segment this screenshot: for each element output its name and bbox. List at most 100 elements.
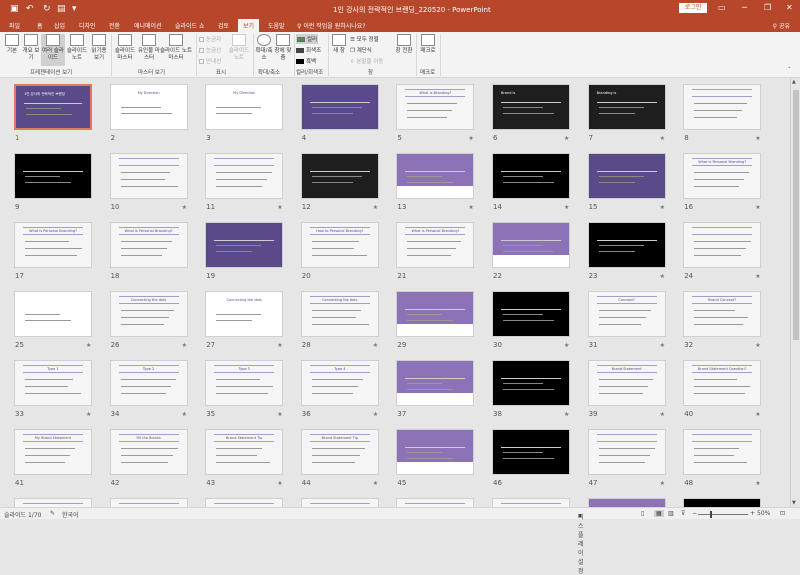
slide-thumbnail[interactable] xyxy=(109,153,188,199)
fit-slide-icon[interactable]: ⊡ xyxy=(780,510,785,517)
slide-thumbnail[interactable] xyxy=(205,498,284,507)
save-icon[interactable]: ▣ xyxy=(10,4,19,14)
maximize-icon[interactable]: ❐ xyxy=(764,3,771,12)
slide-thumbnail[interactable] xyxy=(683,498,762,507)
new-window-button[interactable]: 새 창 xyxy=(330,34,348,55)
slide-thumbnail[interactable] xyxy=(396,360,475,406)
zoom-slider[interactable] xyxy=(698,511,748,518)
tab-design[interactable]: 디자인 xyxy=(79,21,96,30)
slide-thumbnail[interactable] xyxy=(396,498,475,507)
slide-thumbnail[interactable]: Type 3 xyxy=(205,360,284,406)
slide-thumbnail[interactable] xyxy=(396,291,475,337)
slide-thumbnail[interactable] xyxy=(587,153,666,199)
slide-thumbnail[interactable] xyxy=(300,153,379,199)
slide-thumbnail[interactable]: Brand Statement xyxy=(587,360,666,406)
zoom-in-icon[interactable]: + xyxy=(750,510,755,517)
slide-thumbnail[interactable] xyxy=(205,153,284,199)
slide-thumbnail[interactable]: Connecting the dots xyxy=(300,291,379,337)
color-button[interactable]: 컬러 xyxy=(296,34,319,44)
slide-thumbnail[interactable] xyxy=(396,429,475,475)
slide-thumbnail[interactable]: What is Personal Branding? xyxy=(109,222,188,268)
collapse-ribbon-icon[interactable]: ˄ xyxy=(788,67,791,73)
tab-help[interactable]: 도움말 xyxy=(268,21,285,30)
tab-transitions[interactable]: 전환 xyxy=(109,21,120,30)
notes-pane-button[interactable]: 슬라이드 노트 xyxy=(228,34,250,62)
normal-view-status-icon[interactable]: ▯ xyxy=(641,510,644,517)
slide-thumbnail[interactable]: Connecting the dots xyxy=(109,291,188,337)
slide-thumbnail[interactable]: Brand Statement Tip xyxy=(205,429,284,475)
normal-view-button[interactable]: 기본 xyxy=(3,34,21,55)
slide-thumbnail[interactable] xyxy=(492,153,570,199)
tab-review[interactable]: 검토 xyxy=(218,21,229,30)
slide-thumbnail[interactable] xyxy=(205,222,284,268)
zoom-button[interactable]: 확대/축소 xyxy=(255,34,273,62)
login-button[interactable]: 로그인 xyxy=(679,3,707,13)
slide-thumbnail[interactable]: Brand Statement Tip xyxy=(300,429,379,475)
switch-windows-button[interactable]: 창 전환 xyxy=(394,34,414,55)
slide-thumbnail[interactable] xyxy=(109,498,188,507)
undo-icon[interactable]: ↶ xyxy=(26,4,34,14)
arrange-all-button[interactable]: ☰ 모두 정렬 xyxy=(350,35,379,43)
slide-thumbnail[interactable]: What is Personal Branding? xyxy=(396,222,475,268)
slide-thumbnail[interactable] xyxy=(492,498,570,507)
customize-qat-icon[interactable]: ▾ xyxy=(72,4,77,14)
cascade-button[interactable]: ❐ 계단식 xyxy=(350,46,372,54)
ruler-checkbox[interactable]: 눈금자 xyxy=(199,35,221,43)
slide-thumbnail[interactable]: What is Branding? xyxy=(396,84,475,130)
reading-view-button[interactable]: 읽기용 보기 xyxy=(89,34,109,62)
slide-thumbnail[interactable]: How to Personal Branding? xyxy=(300,222,379,268)
handout-master-button[interactable]: 유인물 마스터 xyxy=(138,34,160,62)
slide-thumbnail[interactable] xyxy=(300,84,379,130)
slide-thumbnail[interactable] xyxy=(492,429,570,475)
spellcheck-icon[interactable]: ✎ xyxy=(50,510,55,517)
slide-thumbnail[interactable] xyxy=(492,222,570,268)
zoom-out-icon[interactable]: − xyxy=(692,510,697,517)
notes-page-button[interactable]: 슬라이드 노트 xyxy=(66,34,88,62)
slide-thumbnail[interactable] xyxy=(14,291,92,337)
slide-thumbnail[interactable] xyxy=(683,222,762,268)
present-icon[interactable]: ▤ xyxy=(57,4,66,14)
slide-thumbnail[interactable]: What is Personal Branding? xyxy=(14,222,92,268)
move-split-button[interactable]: ⇳ 분할줄 이동 xyxy=(350,57,383,65)
tab-insert[interactable]: 삽입 xyxy=(54,21,65,30)
slideshow-status-icon[interactable]: ⊽ xyxy=(681,510,685,517)
slide-sorter-status-icon[interactable]: ▦ xyxy=(654,510,664,517)
fit-to-window-button[interactable]: 창에 맞춤 xyxy=(274,34,292,62)
slide-thumbnail[interactable] xyxy=(587,222,666,268)
vertical-scrollbar[interactable]: ▲ ▼ xyxy=(790,78,800,507)
slide-thumbnail[interactable]: My Direction xyxy=(109,84,188,130)
slide-thumbnail[interactable] xyxy=(587,498,666,507)
slide-thumbnail[interactable] xyxy=(14,153,92,199)
outline-view-button[interactable]: 개요 보기 xyxy=(22,34,40,62)
slide-thumbnail[interactable] xyxy=(492,360,570,406)
tab-home[interactable]: 홈 xyxy=(37,21,43,30)
zoom-level[interactable]: 50% xyxy=(757,510,770,517)
scroll-up-icon[interactable]: ▲ xyxy=(792,79,796,85)
slide-thumbnail[interactable] xyxy=(300,498,379,507)
slide-thumbnail[interactable]: Type 1 xyxy=(14,360,92,406)
slide-thumbnail[interactable] xyxy=(492,291,570,337)
scrollbar-thumb[interactable] xyxy=(793,90,799,340)
tab-view[interactable]: 보기 xyxy=(238,19,260,32)
slide-thumbnail[interactable]: Brand Concept? xyxy=(683,291,762,337)
slide-thumbnail[interactable]: Fill the Blanks xyxy=(109,429,188,475)
minimize-icon[interactable]: ─ xyxy=(742,3,747,12)
slide-sorter-button[interactable]: 여러 슬라이드 xyxy=(41,34,65,66)
slide-thumbnail[interactable]: Type 2 xyxy=(109,360,188,406)
reading-view-status-icon[interactable]: ▥ xyxy=(668,510,674,517)
slide-thumbnail[interactable] xyxy=(587,429,666,475)
tab-file[interactable]: 파일 xyxy=(9,21,20,30)
slide-thumbnail[interactable]: 1인 강사의 전략적인 브랜딩 xyxy=(14,84,92,130)
slide-thumbnail[interactable]: Type 4 xyxy=(300,360,379,406)
slide-thumbnail[interactable] xyxy=(396,153,475,199)
ribbon-display-icon[interactable]: ▭ xyxy=(718,3,726,12)
black-white-button[interactable]: 흑백 xyxy=(296,57,316,65)
slide-thumbnail[interactable]: What is Personal Branding? xyxy=(683,153,762,199)
gridlines-checkbox[interactable]: 눈금선 xyxy=(199,46,221,54)
macros-button[interactable]: 매크로 xyxy=(418,34,438,55)
close-icon[interactable]: ✕ xyxy=(786,3,793,12)
slide-thumbnail[interactable]: Brand is xyxy=(492,84,570,130)
slide-thumbnail[interactable] xyxy=(683,429,762,475)
slide-thumbnail[interactable]: Brand Statement Question? xyxy=(683,360,762,406)
language-indicator[interactable]: 한국어 xyxy=(62,510,79,519)
